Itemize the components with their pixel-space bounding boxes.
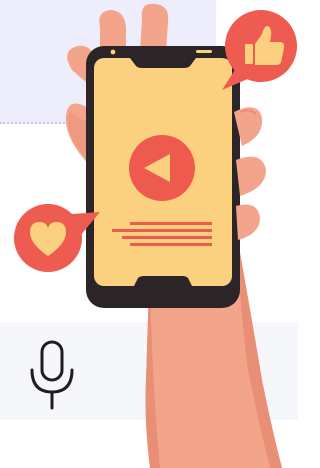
scene bbox=[0, 0, 298, 468]
phone-in-hand-illustration bbox=[14, 3, 297, 468]
phone-camera bbox=[110, 49, 116, 55]
hand-fingers-right bbox=[234, 107, 266, 240]
phone-chin bbox=[134, 276, 192, 286]
play-button[interactable] bbox=[129, 135, 195, 201]
like-bubble bbox=[222, 10, 297, 90]
text-line bbox=[130, 243, 212, 246]
text-line bbox=[122, 236, 212, 239]
text-line bbox=[130, 222, 212, 225]
phone-speaker bbox=[196, 50, 212, 53]
phone-notch bbox=[130, 58, 196, 68]
text-line bbox=[112, 229, 212, 232]
